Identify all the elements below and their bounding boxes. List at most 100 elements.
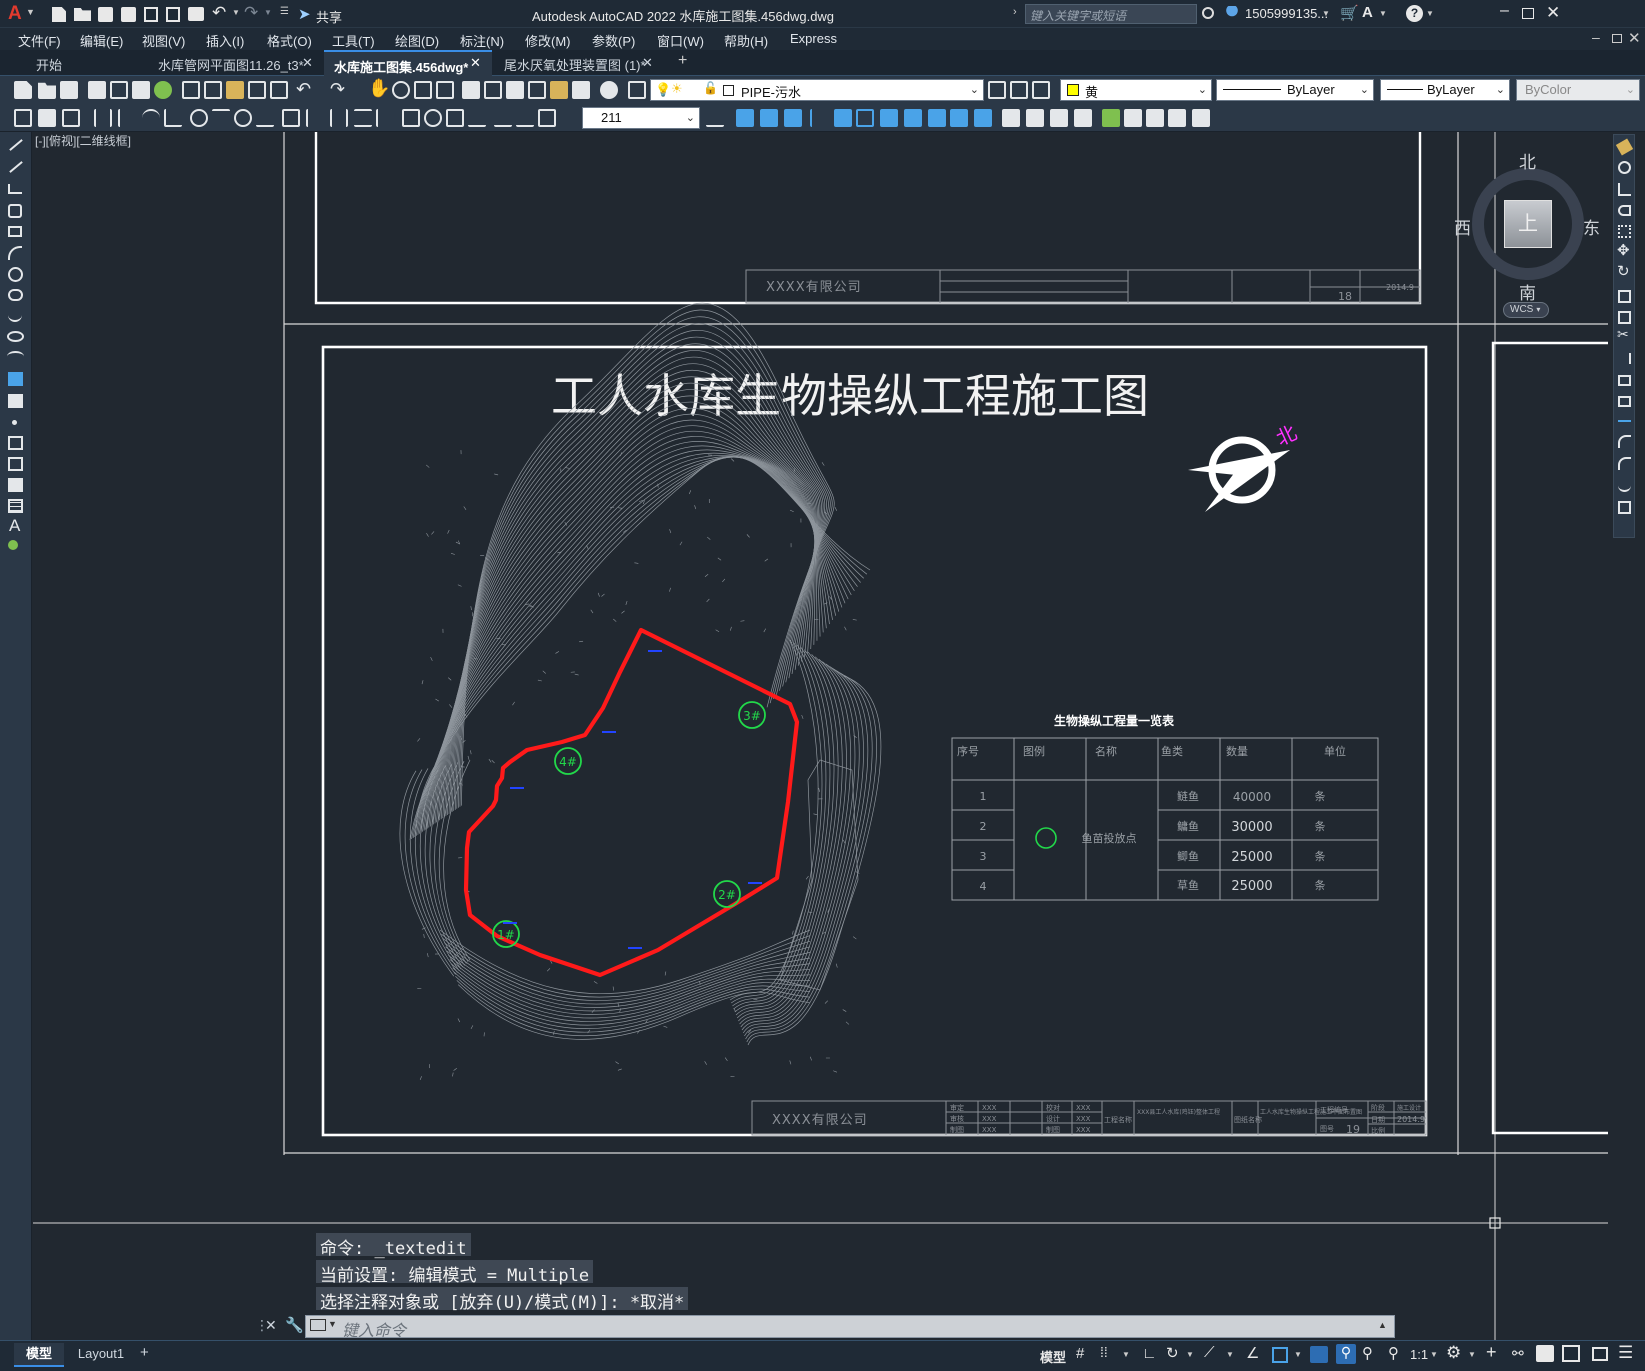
- color-dropdown[interactable]: 黄 ⌄: [1060, 79, 1212, 101]
- doc-close-icon[interactable]: ✕: [1628, 29, 1641, 47]
- draw-order-icon[interactable]: [14, 109, 32, 127]
- layer-on-icon[interactable]: 💡: [655, 82, 671, 98]
- customization-icon[interactable]: ☰: [1618, 1343, 1633, 1363]
- quick-dim-icon[interactable]: [282, 109, 300, 127]
- lengthen-icon[interactable]: [1192, 109, 1210, 127]
- user-icon[interactable]: [1226, 6, 1238, 17]
- dim-diameter-icon[interactable]: [234, 109, 252, 127]
- mtext-icon[interactable]: A: [9, 516, 20, 536]
- inspection-icon[interactable]: [446, 109, 464, 127]
- copy-icon[interactable]: [204, 81, 222, 99]
- copy-right-icon[interactable]: [1618, 161, 1631, 174]
- offset-icon[interactable]: [1102, 109, 1120, 127]
- redo-icon[interactable]: ↷: [244, 3, 258, 23]
- hatch-icon[interactable]: [8, 436, 23, 450]
- sheetset-icon[interactable]: [528, 81, 546, 99]
- trim-icon[interactable]: [974, 109, 992, 127]
- scale-icon[interactable]: [928, 109, 946, 127]
- dim-ordinate-icon[interactable]: [164, 109, 182, 127]
- region-icon[interactable]: [8, 478, 23, 492]
- osnap-icon[interactable]: [1272, 1347, 1288, 1363]
- menu-insert[interactable]: 插入(I): [206, 31, 244, 50]
- polyline-icon[interactable]: [8, 184, 22, 194]
- linetype-arrow-icon[interactable]: ⌄: [1360, 83, 1369, 96]
- menu-dimension[interactable]: 标注(N): [460, 31, 504, 50]
- insert-block-icon[interactable]: [38, 109, 56, 127]
- plot-tb-icon[interactable]: [88, 81, 106, 99]
- ellipse-icon[interactable]: [7, 331, 24, 342]
- stretch-icon[interactable]: [950, 109, 968, 127]
- dim-edit-icon[interactable]: [494, 109, 512, 127]
- layer-states-icon[interactable]: [1032, 81, 1050, 99]
- tab-reservoir-drawing[interactable]: 水库施工图集.456dwg*: [324, 50, 492, 76]
- web-save-icon[interactable]: [144, 7, 158, 22]
- array-icon[interactable]: [1050, 109, 1068, 127]
- circle-icon[interactable]: [8, 267, 23, 282]
- customize-qat-icon[interactable]: ☰: [280, 6, 289, 17]
- dimstyle-dropdown[interactable]: 211 ⌄: [582, 107, 700, 129]
- rotate-right-icon[interactable]: ↻: [1617, 262, 1630, 280]
- grid-icon[interactable]: #: [1076, 1345, 1084, 1362]
- cut-icon[interactable]: [182, 81, 200, 99]
- break-icon[interactable]: [1146, 109, 1164, 127]
- gradient-icon[interactable]: [8, 457, 23, 471]
- layout-tab-model[interactable]: 模型: [14, 1343, 64, 1367]
- command-prompt-arrow-icon[interactable]: ▼: [328, 1319, 337, 1329]
- polar-icon[interactable]: ↻: [1166, 1344, 1179, 1362]
- explode-icon[interactable]: [904, 109, 922, 127]
- dimstyle-arrow-icon[interactable]: ⌄: [686, 111, 695, 124]
- spline-icon[interactable]: [8, 310, 22, 322]
- dim-radius-icon[interactable]: [190, 109, 208, 127]
- tab-start[interactable]: 开始: [0, 50, 148, 76]
- workspace-gear-icon[interactable]: ⚙: [1446, 1343, 1461, 1363]
- scale-right-icon[interactable]: [1618, 290, 1631, 303]
- tab-pipe-network[interactable]: 水库管网平面图11.26_t3*: [150, 50, 320, 76]
- rectangle-icon[interactable]: [8, 226, 22, 237]
- menu-tools[interactable]: 工具(T): [332, 31, 375, 50]
- break-right-icon[interactable]: [1618, 396, 1631, 407]
- export-icon[interactable]: [166, 7, 180, 22]
- snap-arrow-icon[interactable]: ▼: [1122, 1350, 1130, 1359]
- object-track-icon[interactable]: ∠: [1246, 1344, 1259, 1362]
- erase-right-icon[interactable]: [1615, 138, 1634, 156]
- undo-arrow-icon[interactable]: ▼: [232, 8, 240, 17]
- line-icon[interactable]: [9, 139, 23, 151]
- zoom-window-icon[interactable]: [414, 81, 432, 99]
- bring-above-icon[interactable]: [784, 109, 802, 127]
- redo-arrow-icon[interactable]: ▼: [264, 8, 272, 17]
- menu-parametric[interactable]: 参数(P): [592, 31, 635, 50]
- share-icon[interactable]: ➤: [298, 5, 311, 23]
- app-menu-arrow-icon[interactable]: ▼: [26, 7, 35, 17]
- chamfer-right-icon[interactable]: [1618, 435, 1631, 448]
- search-input[interactable]: 键入关键字或短语: [1025, 4, 1197, 24]
- insert-block-left-icon[interactable]: [8, 372, 23, 386]
- fillet-right-icon[interactable]: [1618, 457, 1631, 470]
- markup-icon[interactable]: [550, 81, 568, 99]
- ellipse-arc-icon[interactable]: [7, 351, 24, 362]
- trim-right-icon[interactable]: ✂: [1617, 326, 1629, 343]
- menu-edit[interactable]: 编辑(E): [80, 31, 123, 50]
- viewcube-north[interactable]: 北: [1519, 148, 1536, 173]
- make-block-icon[interactable]: [62, 109, 80, 127]
- help-arrow-icon[interactable]: ▼: [1426, 9, 1434, 18]
- snap-icon[interactable]: ⁞⁞: [1100, 1344, 1108, 1360]
- move-right-icon[interactable]: ✥: [1617, 241, 1630, 259]
- open-icon[interactable]: [38, 82, 56, 99]
- pan-icon[interactable]: ✋: [368, 78, 390, 99]
- table-icon[interactable]: [8, 499, 23, 513]
- linetype-dropdown[interactable]: ByLayer ⌄: [1216, 79, 1374, 101]
- dim-arc-icon[interactable]: [142, 109, 160, 127]
- viewcube-south[interactable]: 南: [1519, 279, 1536, 304]
- graphics-performance-icon[interactable]: [1562, 1345, 1580, 1362]
- point-icon[interactable]: [12, 420, 17, 425]
- command-close-icon[interactable]: ✕: [265, 1317, 277, 1334]
- dim-jogged-icon[interactable]: [212, 109, 230, 127]
- blend-right-icon[interactable]: [1618, 479, 1631, 492]
- match-prop-icon[interactable]: [248, 81, 266, 99]
- jogged-linear-icon[interactable]: [468, 109, 486, 127]
- tab-close-icon[interactable]: ✕: [642, 55, 653, 71]
- menu-modify[interactable]: 修改(M): [525, 31, 571, 50]
- chamfer-icon[interactable]: [1026, 109, 1044, 127]
- explode-right-icon[interactable]: [1618, 501, 1631, 514]
- lineweight-arrow-icon[interactable]: ⌄: [1496, 83, 1505, 96]
